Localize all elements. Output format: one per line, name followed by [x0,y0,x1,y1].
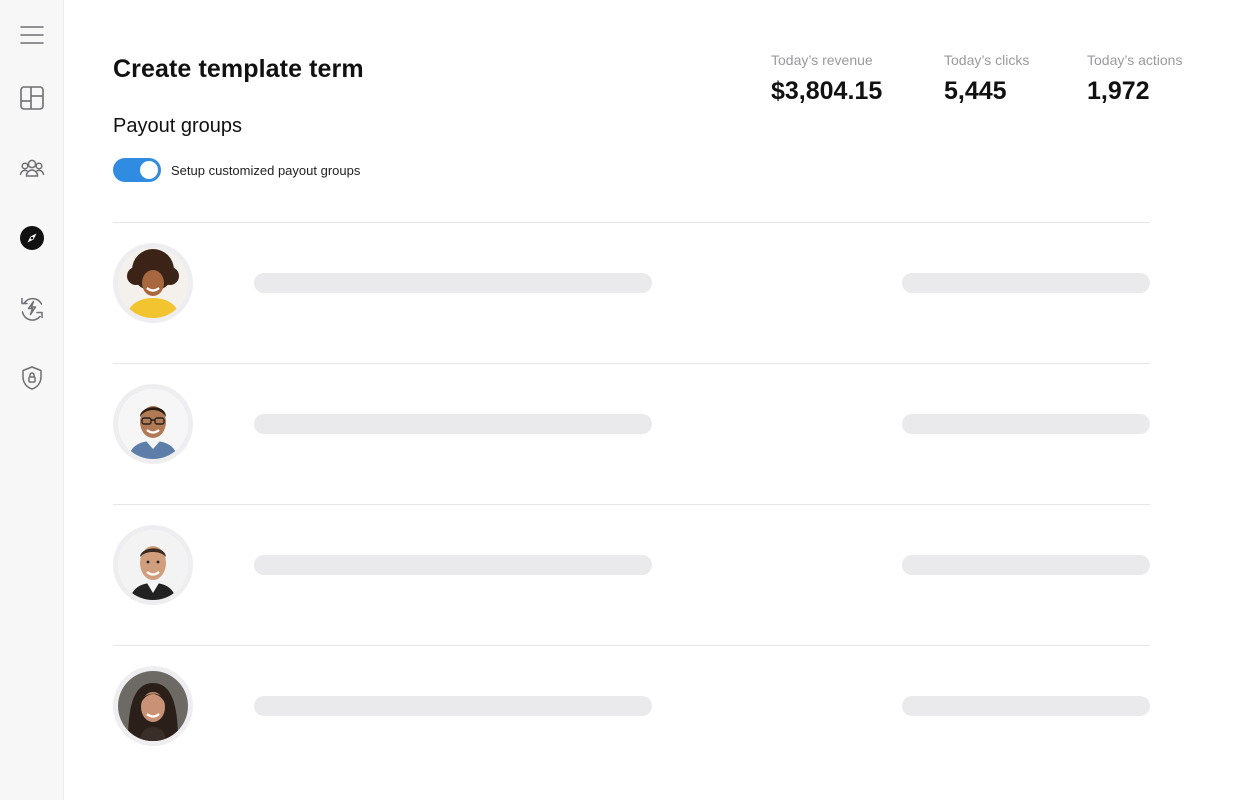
placeholder-bar [902,273,1150,293]
app-window: Create template term Payout groups Setup… [0,0,1250,800]
main-content: Create template term Payout groups Setup… [64,0,1250,800]
stat-clicks-label: Today’s clicks [944,52,1030,68]
placeholder-bar [254,273,652,293]
placeholder-bar [902,414,1150,434]
payout-group-list [113,222,1150,786]
avatar [113,666,193,746]
placeholder-bar [902,696,1150,716]
list-item[interactable] [113,222,1150,363]
stat-revenue: Today’s revenue $3,804.15 [771,52,882,106]
stat-clicks-value: 5,445 [944,77,1007,105]
placeholder-bar [254,696,652,716]
toggle-knob [140,161,158,179]
stat-actions: Today’s actions 1,972 [1087,52,1182,106]
list-item[interactable] [113,504,1150,645]
toggle-label: Setup customized payout groups [171,162,361,178]
shield-lock-icon[interactable] [18,364,46,392]
stat-actions-value: 1,972 [1087,77,1150,105]
page-title: Create template term [113,55,364,83]
avatar [113,384,193,464]
users-icon[interactable] [18,154,46,182]
placeholder-bar [902,555,1150,575]
payout-groups-toggle[interactable] [113,158,161,182]
payout-groups-toggle-row: Setup customized payout groups [113,158,360,182]
list-item[interactable] [113,363,1150,504]
avatar-man-glasses [118,389,188,459]
placeholder-bar [254,555,652,575]
compass-icon[interactable] [18,224,46,252]
placeholder-bar [254,414,652,434]
dashboard-icon[interactable] [18,84,46,112]
stat-actions-label: Today’s actions [1087,52,1183,68]
avatar [113,525,193,605]
avatar [113,243,193,323]
menu-icon[interactable] [18,21,46,49]
avatar-woman-curly-hair [118,248,188,318]
stat-clicks: Today’s clicks 5,445 [944,52,1029,106]
avatar-man-short-hair [118,530,188,600]
list-item[interactable] [113,645,1150,786]
sidebar [0,0,64,800]
lightning-refresh-icon[interactable] [18,294,46,322]
section-title: Payout groups [113,115,242,137]
avatar-woman-dark-hair [118,671,188,741]
stat-revenue-value: $3,804.15 [771,77,883,105]
stat-revenue-label: Today’s revenue [771,52,873,68]
